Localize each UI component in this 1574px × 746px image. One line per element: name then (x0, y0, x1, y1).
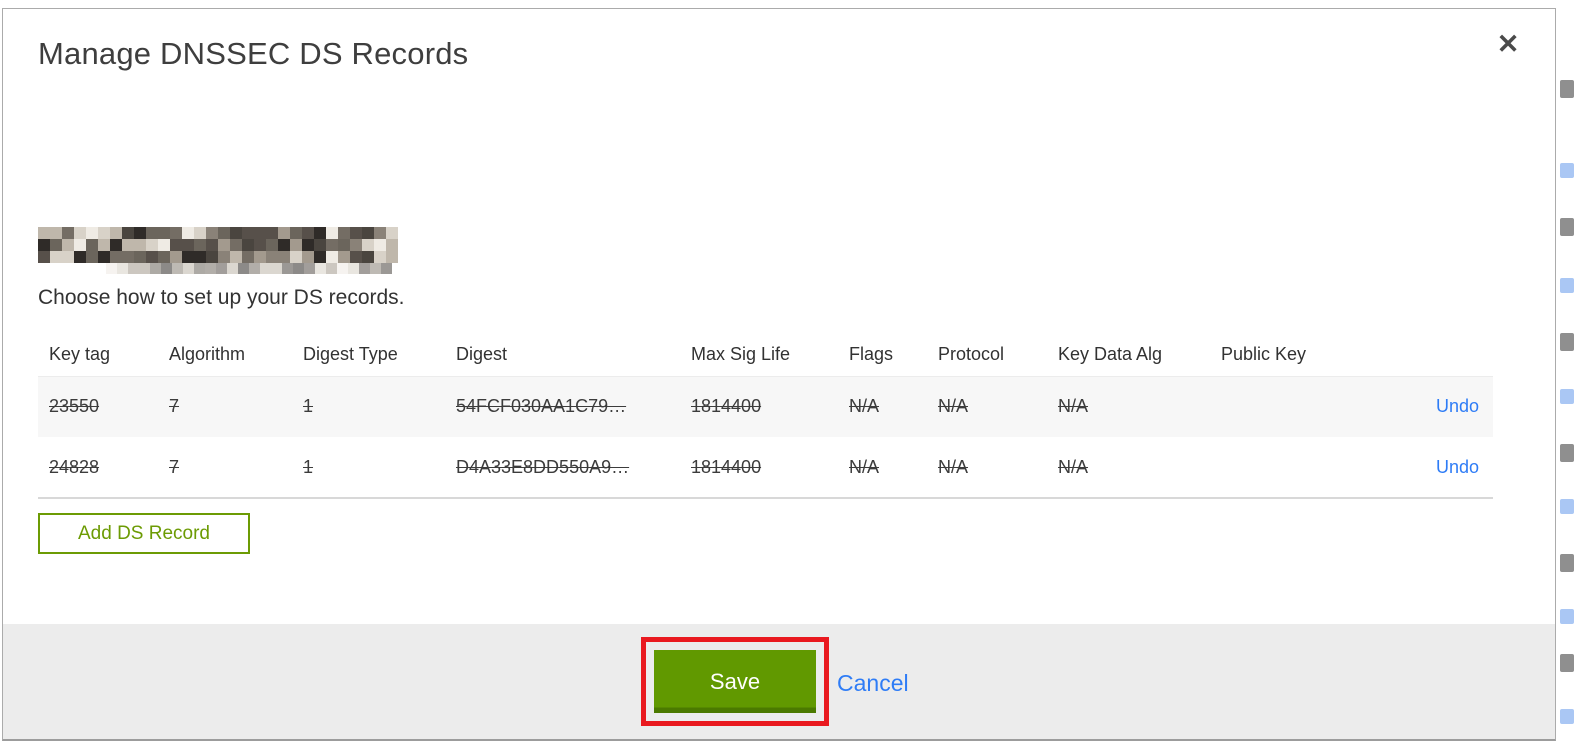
cell-key-tag: 24828 (49, 456, 100, 477)
cell-digest-type: 1 (303, 396, 314, 417)
redacted-domain-name-underline (106, 263, 398, 274)
save-highlight-annotation: Save (641, 637, 829, 726)
col-header-flags: Flags (849, 344, 894, 365)
dialog-title: Manage DNSSEC DS Records (38, 36, 469, 71)
cell-flags: N/A (849, 396, 880, 417)
background-text-fragment (1560, 554, 1574, 572)
cell-actions: Undo (1360, 376, 1493, 437)
cell-flags: N/A (849, 456, 880, 477)
cell-protocol: N/A (938, 456, 969, 477)
cell-actions: Undo (1360, 437, 1493, 498)
table-row: 23550 7 1 54FCF030AA1C79… 1814400 N/A N/… (38, 376, 1493, 437)
cell-key-tag: 23550 (49, 396, 100, 417)
undo-link[interactable]: Undo (1436, 457, 1479, 477)
close-icon[interactable]: ✕ (1491, 27, 1525, 61)
cell-key-data-alg: N/A (1058, 456, 1089, 477)
cell-public-key (1210, 437, 1360, 498)
manage-dnssec-dialog: Manage DNSSEC DS Records ✕ Choose how to… (2, 8, 1556, 741)
col-header-protocol: Protocol (938, 344, 1005, 365)
background-link-fragment (1560, 609, 1574, 624)
col-header-max-sig-life: Max Sig Life (691, 344, 791, 365)
col-header-digest: Digest (456, 344, 508, 365)
page: Manage DNSSEC DS Records ✕ Choose how to… (0, 0, 1574, 746)
cell-digest: 54FCF030AA1C79… (456, 396, 627, 417)
background-link-fragment (1560, 389, 1574, 404)
background-text-fragment (1560, 444, 1574, 462)
col-header-key-data-alg: Key Data Alg (1058, 344, 1163, 365)
cancel-link[interactable]: Cancel (837, 670, 909, 697)
background-text-fragment (1560, 80, 1574, 98)
save-button[interactable]: Save (654, 650, 816, 713)
table-row: 24828 7 1 D4A33E8DD550A9… 1814400 N/A N/… (38, 437, 1493, 498)
ds-records-table: Key tag Algorithm Digest Type Digest Max… (38, 334, 1493, 499)
col-header-digest-type: Digest Type (303, 344, 398, 365)
cell-algorithm: 7 (169, 396, 180, 417)
cell-digest-type: 1 (303, 456, 314, 477)
background-link-fragment (1560, 278, 1574, 293)
undo-link[interactable]: Undo (1436, 396, 1479, 416)
cell-protocol: N/A (938, 396, 969, 417)
col-header-key-tag: Key tag (49, 344, 111, 365)
redacted-domain-name (38, 227, 398, 263)
cell-algorithm: 7 (169, 456, 180, 477)
background-text-fragment (1560, 333, 1574, 351)
col-header-actions (1360, 334, 1493, 376)
add-ds-record-button[interactable]: Add DS Record (38, 513, 250, 554)
col-header-public-key: Public Key (1221, 344, 1307, 365)
cell-max-sig-life: 1814400 (691, 396, 762, 417)
cell-digest: D4A33E8DD550A9… (456, 456, 630, 477)
cell-max-sig-life: 1814400 (691, 456, 762, 477)
background-text-fragment (1560, 218, 1574, 236)
background-link-fragment (1560, 709, 1574, 724)
background-link-fragment (1560, 499, 1574, 514)
dialog-footer: Save Cancel (3, 624, 1555, 739)
cell-public-key (1210, 376, 1360, 437)
background-link-fragment (1560, 163, 1574, 178)
background-text-fragment (1560, 654, 1574, 672)
instruction-text: Choose how to set up your DS records. (38, 286, 405, 309)
col-header-algorithm: Algorithm (169, 344, 246, 365)
table-header-row: Key tag Algorithm Digest Type Digest Max… (38, 334, 1493, 376)
cell-key-data-alg: N/A (1058, 396, 1089, 417)
